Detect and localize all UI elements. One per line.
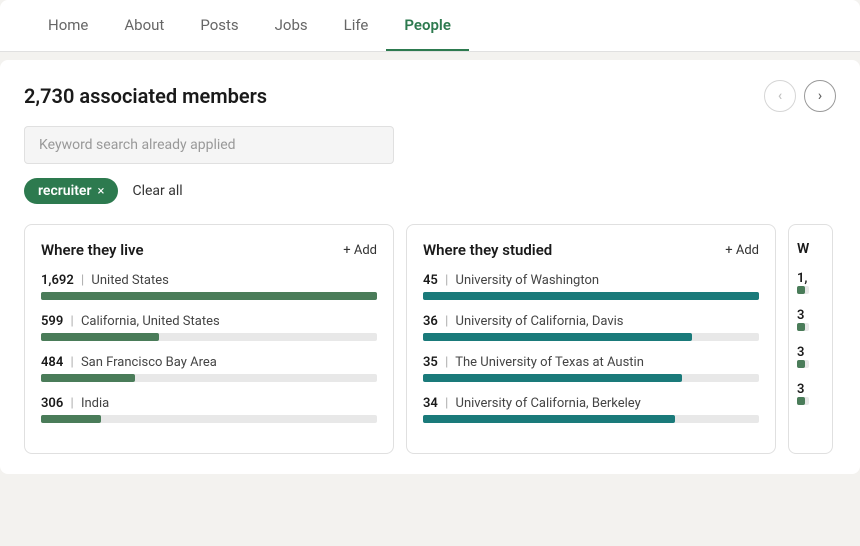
card-header-studied: Where they studied + Add [423, 241, 759, 259]
bar-track [41, 292, 377, 300]
bar-fill [41, 415, 101, 423]
bar-label: 599 | California, United States [41, 314, 377, 329]
partial-bar-fill [797, 397, 805, 405]
nav-item-posts[interactable]: Posts [182, 0, 256, 51]
bar-label: 306 | India [41, 396, 377, 411]
recruiter-filter-tag[interactable]: recruiter × [24, 178, 118, 204]
list-item: 599 | California, United States [41, 314, 377, 341]
next-arrow[interactable]: › [804, 80, 836, 112]
filter-row: recruiter × Clear all [24, 178, 836, 204]
left-arrow-icon: ‹ [778, 88, 782, 104]
remove-filter-icon[interactable]: × [98, 184, 105, 199]
bar-fill [423, 292, 759, 300]
bar-label: 35 | The University of Texas at Austin [423, 355, 759, 370]
where-they-studied-card: Where they studied + Add 45 | University… [406, 224, 776, 454]
list-item: 484 | San Francisco Bay Area [41, 355, 377, 382]
partial-bar-track [797, 360, 809, 368]
bar-fill [423, 333, 692, 341]
partial-bar-track [797, 286, 809, 294]
bar-track [423, 415, 759, 423]
bar-fill [41, 292, 377, 300]
nav-item-people[interactable]: People [386, 0, 469, 51]
partial-card-title: W [797, 241, 824, 257]
list-item: 1, [797, 271, 824, 294]
bar-fill [41, 333, 159, 341]
members-count: 2,730 associated members [24, 84, 267, 108]
bar-track [423, 333, 759, 341]
list-item: 3 [797, 345, 824, 368]
bar-track [41, 333, 377, 341]
list-item: 1,692 | United States [41, 273, 377, 300]
keyword-search[interactable]: Keyword search already applied [24, 126, 394, 164]
right-arrow-icon: › [818, 88, 822, 104]
bar-label: 34 | University of California, Berkeley [423, 396, 759, 411]
bar-track [423, 374, 759, 382]
nav-arrows: ‹ › [764, 80, 836, 112]
nav-item-jobs[interactable]: Jobs [257, 0, 326, 51]
bar-fill [423, 374, 682, 382]
nav-item-about[interactable]: About [106, 0, 182, 51]
nav-item-home[interactable]: Home [30, 0, 106, 51]
list-item: 34 | University of California, Berkeley [423, 396, 759, 423]
bar-fill [423, 415, 675, 423]
bar-label: 1,692 | United States [41, 273, 377, 288]
card-header-live: Where they live + Add [41, 241, 377, 259]
partial-bar-fill [797, 286, 805, 294]
bar-track [423, 292, 759, 300]
list-item: 36 | University of California, Davis [423, 314, 759, 341]
bar-track [41, 374, 377, 382]
studied-add-button[interactable]: + Add [725, 243, 759, 258]
list-item: 45 | University of Washington [423, 273, 759, 300]
bar-label: 36 | University of California, Davis [423, 314, 759, 329]
live-add-button[interactable]: + Add [343, 243, 377, 258]
partial-bar-fill [797, 360, 805, 368]
bar-fill [41, 374, 135, 382]
live-items: 1,692 | United States 599 | California, … [41, 273, 377, 423]
where-they-live-card: Where they live + Add 1,692 | United Sta… [24, 224, 394, 454]
list-item: 306 | India [41, 396, 377, 423]
partial-card: W 1, 3 3 3 [788, 224, 833, 454]
top-nav: HomeAboutPostsJobsLifePeople [0, 0, 860, 52]
studied-card-title: Where they studied [423, 241, 552, 259]
studied-items: 45 | University of Washington 36 | Unive… [423, 273, 759, 423]
list-item: 3 [797, 382, 824, 405]
list-item: 3 [797, 308, 824, 331]
list-item: 35 | The University of Texas at Austin [423, 355, 759, 382]
bar-label: 45 | University of Washington [423, 273, 759, 288]
partial-bar-fill [797, 323, 805, 331]
partial-bar-track [797, 397, 809, 405]
bar-label: 484 | San Francisco Bay Area [41, 355, 377, 370]
clear-all-button[interactable]: Clear all [132, 183, 182, 199]
partial-items: 1, 3 3 3 [797, 271, 824, 405]
members-title-row: 2,730 associated members ‹ › [24, 80, 836, 112]
nav-item-life[interactable]: Life [326, 0, 387, 51]
cards-row: Where they live + Add 1,692 | United Sta… [24, 224, 836, 454]
main-container: 2,730 associated members ‹ › Keyword sea… [0, 60, 860, 474]
partial-bar-track [797, 323, 809, 331]
live-card-title: Where they live [41, 241, 144, 259]
prev-arrow[interactable]: ‹ [764, 80, 796, 112]
bar-track [41, 415, 377, 423]
filter-tag-label: recruiter [38, 183, 92, 199]
